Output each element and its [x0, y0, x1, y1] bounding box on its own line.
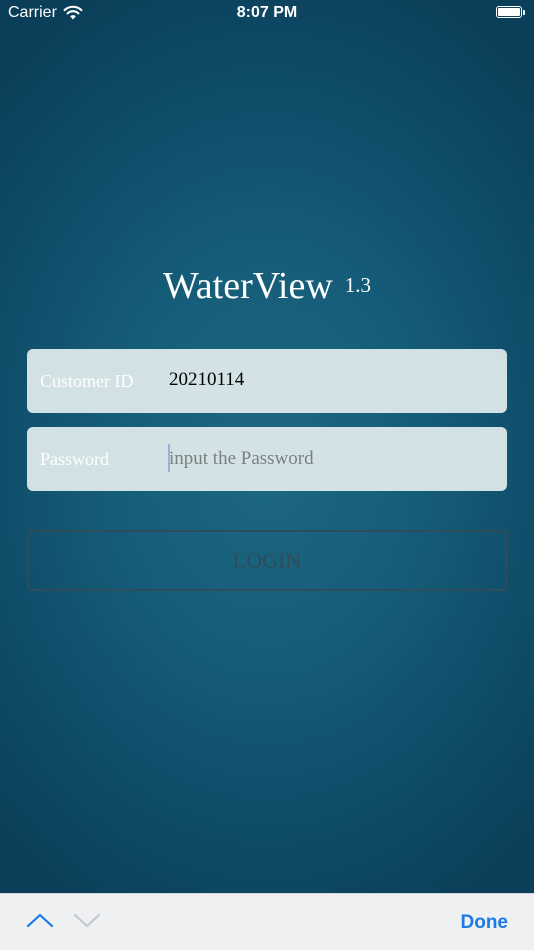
- status-bar: Carrier 8:07 PM: [0, 0, 534, 28]
- app-name: WaterView: [162, 265, 333, 307]
- app-version: 1.3: [344, 273, 372, 297]
- status-time: 8:07 PM: [236, 4, 298, 21]
- password-label: Password: [40, 449, 110, 469]
- chevron-up-icon[interactable]: [26, 912, 54, 933]
- customer-id-input[interactable]: 20210114: [169, 369, 244, 391]
- customer-id-field[interactable]: Customer ID 20210114: [27, 349, 507, 413]
- app-title: WaterView 1.3: [0, 264, 534, 308]
- chevron-down-icon[interactable]: [73, 912, 101, 933]
- login-button[interactable]: LOGIN: [27, 530, 507, 591]
- keyboard-toolbar: Done: [0, 893, 534, 950]
- done-button[interactable]: Done: [461, 912, 509, 934]
- password-field[interactable]: Password input the Password: [27, 427, 507, 491]
- password-input[interactable]: input the Password: [169, 448, 314, 470]
- battery-icon: [496, 6, 526, 19]
- customer-id-label: Customer ID: [40, 371, 134, 391]
